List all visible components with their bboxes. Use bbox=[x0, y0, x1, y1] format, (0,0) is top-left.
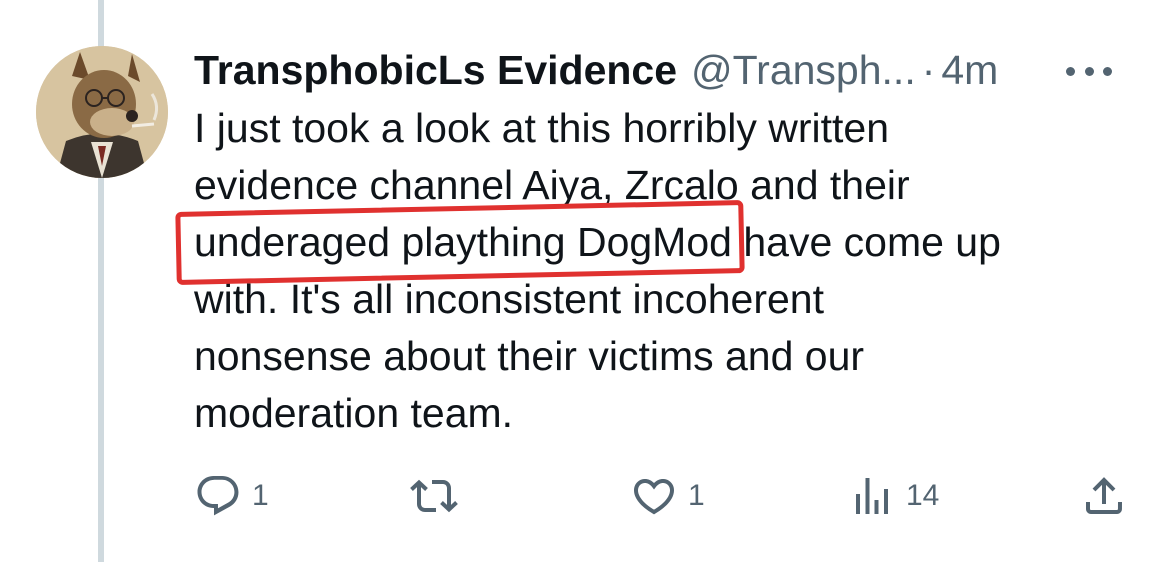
display-name[interactable]: TransphobicLs Evidence bbox=[194, 47, 677, 94]
highlighted-phrase: underaged plaything DogMod bbox=[175, 200, 745, 285]
more-dot bbox=[1103, 66, 1112, 76]
user-handle[interactable]: @Transph... bbox=[691, 47, 916, 94]
dog-character-avatar-image bbox=[36, 46, 168, 178]
reply-icon bbox=[197, 476, 239, 516]
like-count: 1 bbox=[688, 479, 705, 512]
highlighted-text: underaged plaything DogMod bbox=[194, 219, 732, 265]
tweet-text-line: with. It's all inconsistent incoherent bbox=[194, 276, 824, 322]
tweet-text-line-rest: have come up bbox=[743, 219, 1001, 265]
like-button[interactable]: 1 bbox=[630, 468, 705, 524]
tweet-text-line: nonsense about their victims and our bbox=[194, 333, 865, 379]
tweet-text-line-highlighted: underaged plaything DogMod have come up bbox=[175, 200, 1134, 285]
heart-icon bbox=[633, 479, 675, 515]
reply-button[interactable]: 1 bbox=[194, 468, 269, 524]
tweet-text-line: moderation team. bbox=[194, 390, 514, 436]
tweet-actions-bar: 1 1 14 bbox=[194, 468, 1140, 524]
reply-count: 1 bbox=[252, 479, 269, 512]
tweet-header: TransphobicLs Evidence @Transph... · 4m bbox=[194, 40, 1154, 100]
tweet-text-line: evidence channel Aiya, Zrcalo and their bbox=[194, 162, 910, 208]
more-dot bbox=[1066, 66, 1075, 76]
retweet-button[interactable] bbox=[410, 468, 468, 524]
more-icon[interactable] bbox=[1066, 56, 1112, 86]
share-button[interactable] bbox=[1080, 468, 1128, 524]
views-icon bbox=[856, 478, 888, 514]
views-button[interactable]: 14 bbox=[848, 468, 939, 524]
timestamp[interactable]: 4m bbox=[941, 47, 998, 94]
more-dot bbox=[1084, 66, 1094, 76]
tweet-text-line: I just took a look at this horribly writ… bbox=[194, 105, 890, 151]
tweet-text: I just took a look at this horribly writ… bbox=[175, 100, 1134, 442]
avatar[interactable] bbox=[36, 46, 168, 178]
share-icon bbox=[1086, 477, 1122, 514]
separator-dot: · bbox=[921, 46, 936, 93]
retweet-icon bbox=[410, 479, 458, 513]
view-count: 14 bbox=[906, 479, 940, 512]
